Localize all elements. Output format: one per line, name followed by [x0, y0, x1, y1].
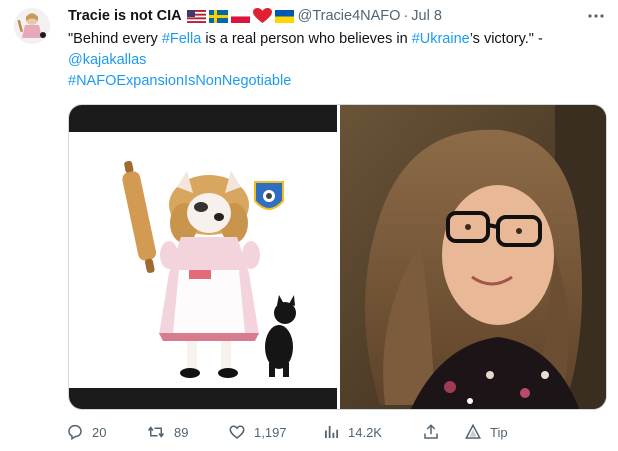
tip-icon [465, 423, 481, 439]
reply-button[interactable]: 20 [66, 420, 106, 444]
poland-flag-icon [230, 9, 250, 23]
tip-label: Tip [490, 424, 508, 440]
avatar-image [14, 8, 50, 44]
tweet-actions: 20 89 1,197 14.2K Tip [66, 420, 516, 444]
like-count: 1,197 [254, 424, 287, 440]
tweet-text-part: "Behind every [68, 31, 162, 47]
image-letterbox-bottom [69, 388, 337, 409]
more-icon[interactable] [586, 7, 606, 25]
ukraine-flag-icon [274, 9, 294, 23]
tweet-date[interactable]: Jul 8 [411, 8, 442, 24]
tweet-text-part: ’s victory." - [469, 31, 543, 47]
media-grid [68, 104, 607, 410]
share-button[interactable] [422, 420, 440, 444]
views-count: 14.2K [348, 424, 382, 440]
retweet-icon [147, 426, 165, 438]
red-heart-icon [252, 8, 272, 23]
share-icon [424, 424, 438, 439]
handle[interactable]: @Tracie4NAFO [298, 8, 401, 24]
woman-photo [340, 105, 606, 409]
fella-dog-illustration [122, 160, 296, 378]
views-icon [325, 426, 339, 438]
reply-icon [68, 424, 82, 441]
media-left-image[interactable] [69, 105, 337, 409]
like-button[interactable]: 1,197 [228, 420, 287, 444]
media-right-image[interactable] [340, 105, 606, 409]
tip-button[interactable]: Tip [464, 420, 508, 444]
tweet-text-part: is a real person who believes in [201, 31, 412, 47]
hashtag-fella[interactable]: #Fella [162, 31, 202, 47]
flags [186, 8, 294, 24]
separator: · [403, 8, 409, 24]
avatar[interactable] [14, 8, 50, 44]
views-button[interactable]: 14.2K [322, 420, 382, 444]
reply-count: 20 [92, 424, 107, 440]
tweet-header: Tracie is not CIA @Tracie4NAFO · Jul 8 [68, 7, 606, 25]
display-name[interactable]: Tracie is not CIA [68, 8, 182, 24]
hashtag-ukraine[interactable]: #Ukraine [412, 31, 470, 47]
sweden-flag-icon [208, 9, 228, 23]
retweet-button[interactable]: 89 [146, 420, 188, 444]
us-flag-icon [186, 9, 206, 23]
like-icon [229, 425, 245, 439]
mention-kajakallas[interactable]: @kajakallas [68, 52, 146, 68]
tweet-text: "Behind every #Fella is a real person wh… [68, 29, 608, 92]
hashtag-nafo-expansion[interactable]: #NAFOExpansionIsNonNegotiable [68, 73, 291, 89]
retweet-count: 89 [174, 424, 189, 440]
